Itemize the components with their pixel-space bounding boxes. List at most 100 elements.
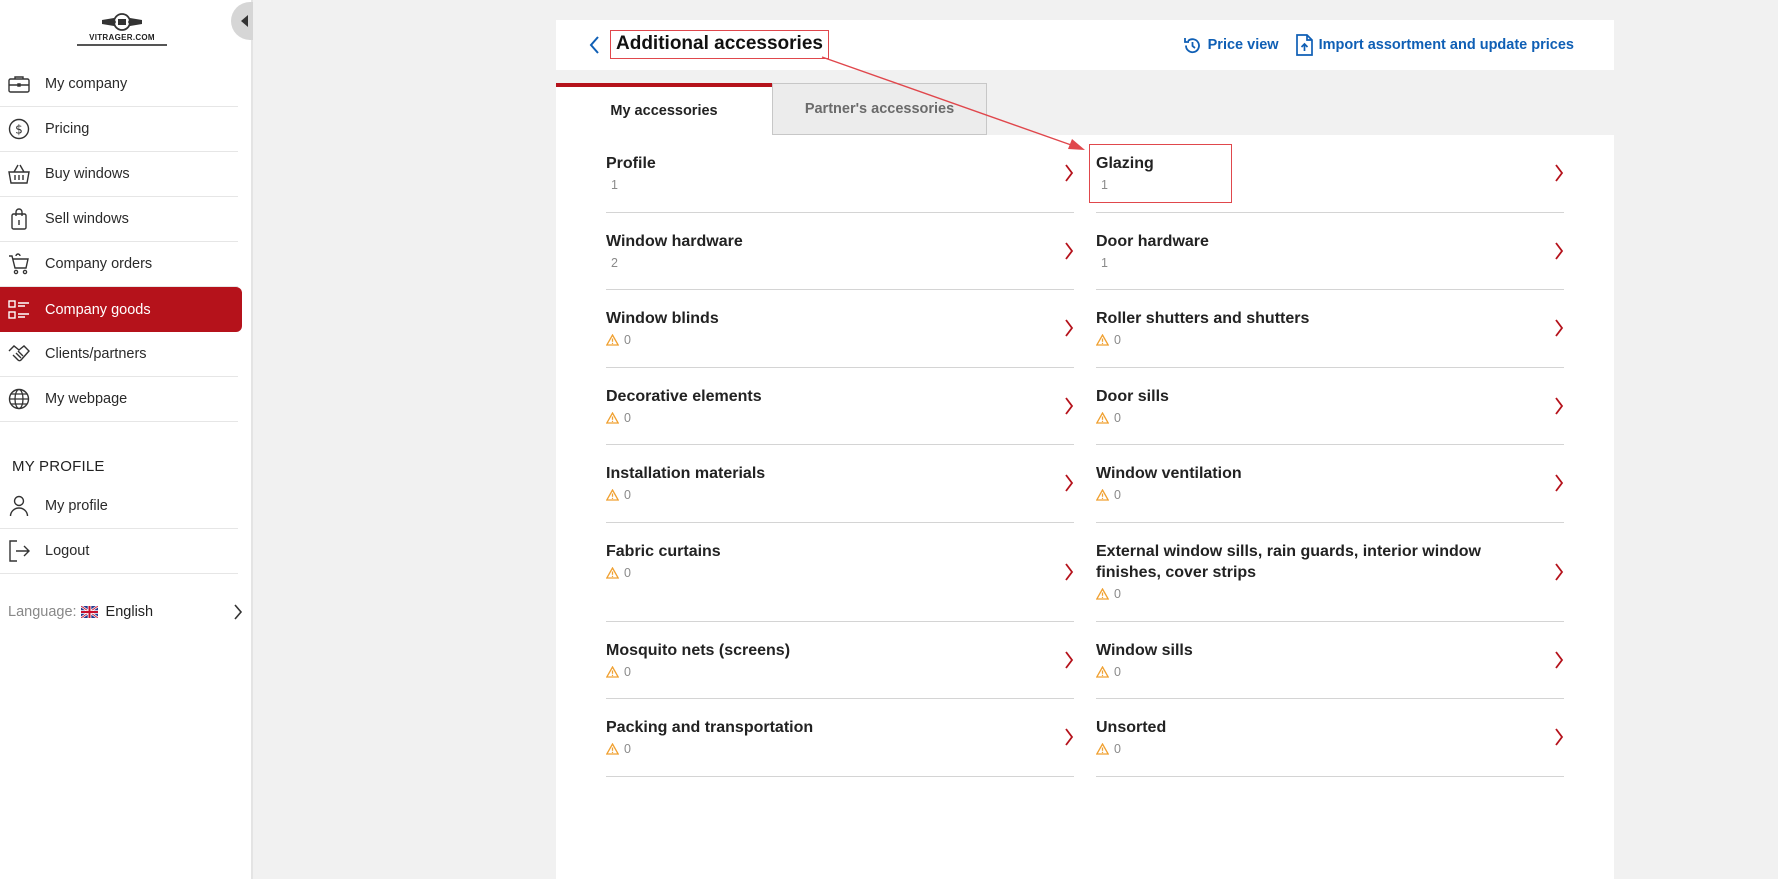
profile-section-title: MY PROFILE [12, 458, 105, 475]
chevron-right-icon [1064, 163, 1074, 188]
category-count-value: 0 [624, 742, 631, 756]
logo-underline [77, 44, 167, 46]
warning-icon [1096, 334, 1109, 346]
category-row[interactable]: Window ventilation 0 [1096, 445, 1564, 523]
logo-emblem-icon [102, 13, 142, 31]
chevron-right-icon [1064, 650, 1074, 675]
category-row[interactable]: Roller shutters and shutters 0 [1096, 290, 1564, 368]
category-count-value: 0 [624, 410, 631, 425]
header-actions: Price view Import assortment and update … [1183, 34, 1574, 56]
category-row[interactable]: Fabric curtains 0 [606, 523, 1074, 622]
category-row[interactable]: Packing and transportation 0 [606, 699, 1074, 777]
profile-nav: My profile Logout [0, 484, 238, 574]
category-name: Packing and transportation [606, 719, 814, 736]
category-row[interactable]: Door hardware 1 [1096, 213, 1564, 290]
company-logo[interactable]: VITRAGER.COM [77, 12, 167, 50]
sidebar-item-company-goods[interactable]: Company goods [0, 287, 242, 332]
chevron-right-icon [1554, 163, 1564, 188]
warning-icon [606, 334, 619, 346]
logout-icon [8, 540, 30, 562]
sidebar-item-my-company[interactable]: My company [0, 62, 238, 107]
sidebar-item-label: My webpage [45, 391, 128, 407]
category-name: Door sills [1096, 387, 1169, 405]
category-count-value: 0 [624, 333, 631, 347]
warning-icon [1096, 743, 1109, 755]
warning-icon [1096, 489, 1109, 501]
category-row[interactable]: Installation materials 0 [606, 445, 1074, 523]
sidebar-item-label: Sell windows [45, 211, 129, 227]
category-count-value: 0 [624, 488, 631, 502]
category-count: 0 [1096, 742, 1564, 756]
category-count: 0 [1096, 665, 1564, 679]
category-row[interactable]: Unsorted 0 [1096, 699, 1564, 777]
history-icon [1183, 36, 1202, 55]
category-count: 0 [1096, 488, 1564, 502]
warning-icon [606, 665, 619, 678]
chevron-right-icon [1064, 396, 1074, 421]
sidebar-item-sell-windows[interactable]: Sell windows [0, 197, 238, 242]
sidebar-item-pricing[interactable]: $ Pricing [0, 107, 238, 152]
dollar-circle-icon: $ [8, 118, 30, 140]
category-row[interactable]: Window sills 0 [1096, 622, 1564, 699]
category-row[interactable]: Door sills 0 [1096, 368, 1564, 445]
category-count-value: 0 [624, 664, 631, 679]
category-name: Window blinds [606, 310, 719, 327]
category-count-value: 0 [1114, 488, 1121, 502]
category-count-value: 1 [611, 178, 618, 192]
tab-partners-accessories[interactable]: Partner's accessories [772, 83, 987, 135]
category-count: 0 [606, 665, 1074, 679]
category-count: 0 [1096, 411, 1564, 425]
price-view-link[interactable]: Price view [1183, 36, 1279, 55]
sidebar-item-label: Company goods [45, 301, 151, 318]
chevron-right-icon [1554, 396, 1564, 421]
list-grid-icon [8, 299, 30, 321]
category-row[interactable]: Decorative elements 0 [606, 368, 1074, 445]
category-row[interactable]: Glazing 1 [1096, 135, 1564, 213]
sidebar-item-company-orders[interactable]: Company orders [0, 242, 238, 287]
sidebar-item-clients-partners[interactable]: Clients/partners [0, 332, 238, 377]
category-count-value: 0 [624, 565, 631, 580]
handshake-icon [8, 343, 30, 365]
import-assortment-link[interactable]: Import assortment and update prices [1295, 34, 1574, 56]
language-selector[interactable]: Language: English [8, 604, 243, 620]
warning-icon [1096, 665, 1109, 678]
file-upload-icon [1295, 34, 1313, 56]
category-name: Window ventilation [1096, 465, 1242, 482]
sidebar-item-my-webpage[interactable]: My webpage [0, 377, 238, 422]
page-title: Additional accessories [610, 30, 829, 59]
chevron-right-icon [1064, 727, 1074, 752]
sidebar-item-buy-windows[interactable]: Buy windows [0, 152, 238, 197]
category-name: Glazing [1096, 155, 1154, 172]
category-count: 0 [606, 566, 1074, 580]
chevron-right-icon [1064, 241, 1074, 266]
chevron-right-icon [1554, 473, 1564, 498]
warning-icon [606, 411, 619, 424]
tab-my-accessories[interactable]: My accessories [556, 83, 772, 135]
chevron-right-icon [1554, 318, 1564, 343]
page-header: Additional accessories Price view Import… [556, 20, 1614, 70]
sidebar-item-my-profile[interactable]: My profile [0, 484, 238, 529]
category-row[interactable]: Mosquito nets (screens) 0 [606, 622, 1074, 699]
sidebar-item-label: Pricing [45, 121, 90, 137]
category-name: Installation materials [606, 465, 766, 482]
sidebar-collapse-button[interactable] [231, 2, 253, 40]
category-row[interactable]: Profile 1 [606, 135, 1074, 213]
sidebar-item-logout[interactable]: Logout [0, 529, 238, 574]
back-chevron-icon[interactable] [588, 35, 600, 55]
category-row[interactable]: Window hardware 2 [606, 213, 1074, 290]
warning-icon [606, 743, 619, 755]
sidebar: VITRAGER.COM My company $ Pricing Buy wi… [0, 0, 253, 879]
chevron-right-icon [1064, 473, 1074, 498]
warning-icon [606, 489, 619, 501]
chevron-right-icon [1554, 241, 1564, 266]
category-count-value: 1 [1101, 178, 1108, 192]
price-view-label: Price view [1207, 37, 1279, 53]
category-row[interactable]: External window sills, rain guards, inte… [1096, 523, 1564, 622]
warning-icon [1096, 587, 1109, 600]
chevron-right-icon [1064, 562, 1074, 587]
sidebar-item-label: Buy windows [45, 166, 130, 182]
category-count: 1 [1096, 178, 1564, 192]
warning-icon [606, 566, 619, 579]
category-row[interactable]: Window blinds 0 [606, 290, 1074, 368]
chevron-right-icon [1554, 562, 1564, 587]
